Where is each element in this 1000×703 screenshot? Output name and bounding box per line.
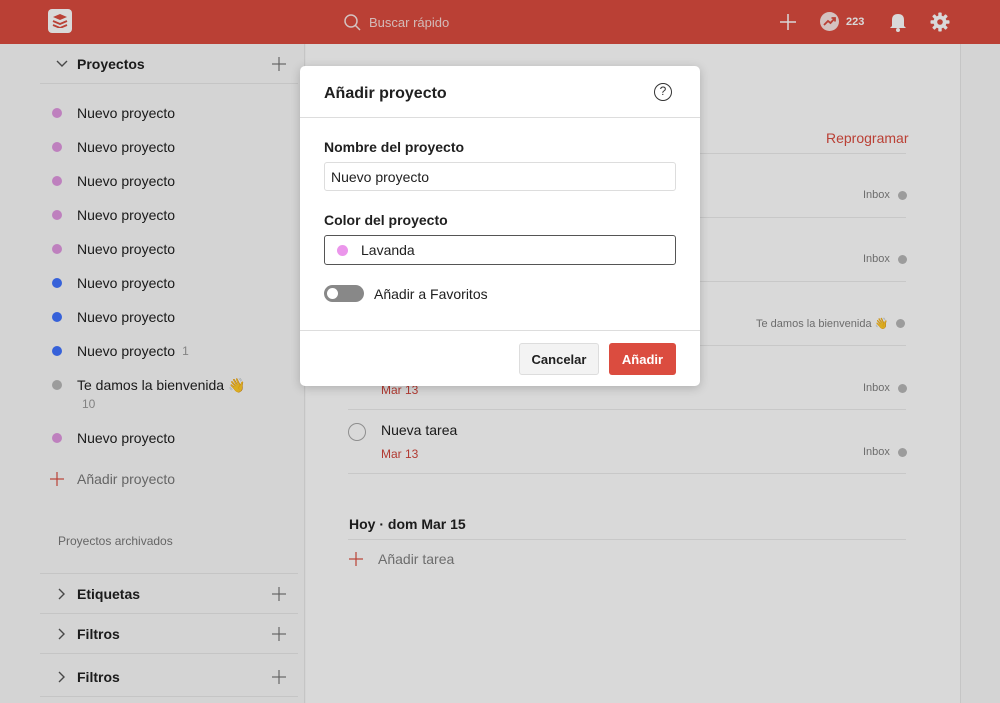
add-project-dialog: Añadir proyecto ? Nombre del proyecto Nu… bbox=[300, 66, 700, 386]
dialog-title: Añadir proyecto bbox=[324, 85, 447, 102]
favorites-label[interactable]: Añadir a Favoritos bbox=[374, 286, 488, 302]
toggle-knob bbox=[327, 288, 338, 299]
favorites-toggle[interactable] bbox=[324, 285, 364, 302]
help-icon[interactable]: ? bbox=[654, 83, 672, 101]
project-name-input[interactable]: Nuevo proyecto bbox=[324, 162, 676, 191]
project-color-select[interactable]: Lavanda bbox=[324, 235, 676, 265]
project-color-label: Color del proyecto bbox=[324, 212, 448, 228]
cancel-button[interactable]: Cancelar bbox=[519, 343, 599, 375]
divider bbox=[300, 330, 700, 331]
dialog-header: Añadir proyecto ? bbox=[300, 66, 700, 118]
project-color-value: Lavanda bbox=[361, 242, 415, 258]
project-name-value: Nuevo proyecto bbox=[331, 168, 430, 185]
project-name-label: Nombre del proyecto bbox=[324, 139, 465, 155]
color-swatch bbox=[337, 244, 348, 256]
add-button[interactable]: Añadir bbox=[609, 343, 676, 375]
